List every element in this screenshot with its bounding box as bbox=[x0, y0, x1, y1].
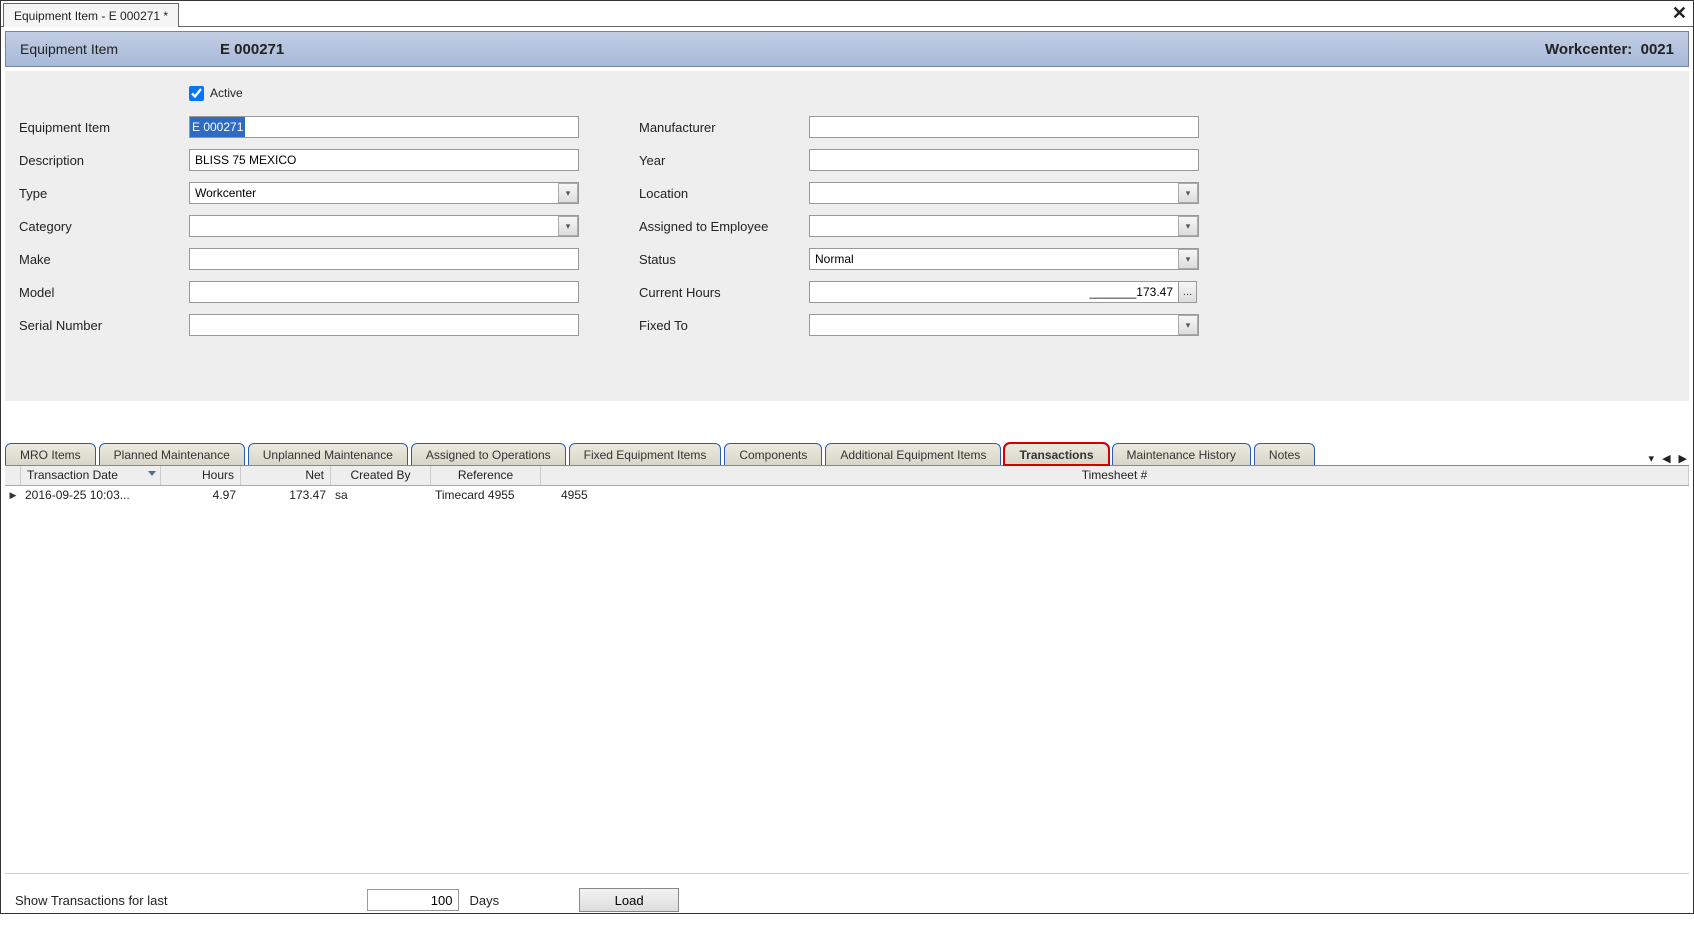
chevron-down-icon[interactable]: ▾ bbox=[1178, 315, 1198, 335]
cell-timesheet: 4955 bbox=[541, 488, 593, 502]
type-select[interactable] bbox=[189, 182, 579, 204]
tab-unplanned-maintenance[interactable]: Unplanned Maintenance bbox=[248, 443, 408, 465]
tab-menu-icon[interactable]: ▾ bbox=[1647, 452, 1657, 465]
make-label: Make bbox=[19, 252, 189, 267]
location-label: Location bbox=[639, 186, 809, 201]
header-workcenter: Workcenter: 0021 bbox=[1545, 41, 1674, 58]
header-equipment-id: E 000271 bbox=[220, 41, 284, 58]
close-icon[interactable]: ✕ bbox=[1672, 3, 1687, 24]
tab-mro-items[interactable]: MRO Items bbox=[5, 443, 96, 465]
description-input[interactable] bbox=[189, 149, 579, 171]
serial-input[interactable] bbox=[189, 314, 579, 336]
active-label: Active bbox=[210, 86, 243, 100]
description-label: Description bbox=[19, 153, 189, 168]
grid-header: Transaction Date Hours Net Created By Re… bbox=[5, 466, 1689, 486]
year-input[interactable] bbox=[809, 149, 1199, 171]
chevron-down-icon[interactable]: ▾ bbox=[1178, 249, 1198, 269]
show-last-label: Show Transactions for last bbox=[15, 893, 167, 908]
fixed-to-label: Fixed To bbox=[639, 318, 809, 333]
form-right-column: Manufacturer Year Location ▾ Assigned to… bbox=[639, 115, 1199, 337]
col-timesheet[interactable]: Timesheet # bbox=[541, 466, 1689, 485]
form-left-column: Equipment Item E 000271 Description Type… bbox=[19, 115, 579, 337]
load-button[interactable]: Load bbox=[579, 888, 679, 912]
days-input[interactable] bbox=[367, 889, 459, 911]
model-input[interactable] bbox=[189, 281, 579, 303]
col-hours[interactable]: Hours bbox=[161, 466, 241, 485]
cell-reference: Timecard 4955 bbox=[431, 488, 541, 502]
tab-assigned-operations[interactable]: Assigned to Operations bbox=[411, 443, 566, 465]
header-title: Equipment Item bbox=[20, 41, 220, 57]
manufacturer-label: Manufacturer bbox=[639, 120, 809, 135]
window-tab-bar: Equipment Item - E 000271 * ✕ bbox=[1, 1, 1693, 27]
equipment-item-label: Equipment Item bbox=[19, 120, 189, 135]
row-selector-header bbox=[5, 466, 21, 485]
tab-prev-icon[interactable]: ◀ bbox=[1660, 452, 1672, 465]
days-label: Days bbox=[469, 893, 499, 908]
form-area: Active Equipment Item E 000271 Descripti… bbox=[5, 71, 1689, 401]
cell-hours: 4.97 bbox=[161, 488, 241, 502]
status-select[interactable] bbox=[809, 248, 1199, 270]
cell-created-by: sa bbox=[331, 488, 431, 502]
ellipsis-icon[interactable]: … bbox=[1179, 281, 1197, 303]
tab-fixed-equipment[interactable]: Fixed Equipment Items bbox=[569, 443, 722, 465]
grid-body[interactable]: ▶ 2016-09-25 10:03... 4.97 173.47 sa Tim… bbox=[5, 486, 1689, 874]
fixed-to-select[interactable] bbox=[809, 314, 1199, 336]
col-created-by[interactable]: Created By bbox=[331, 466, 431, 485]
col-net[interactable]: Net bbox=[241, 466, 331, 485]
chevron-down-icon[interactable]: ▾ bbox=[558, 216, 578, 236]
tab-maintenance-history[interactable]: Maintenance History bbox=[1112, 443, 1251, 465]
cell-net: 173.47 bbox=[241, 488, 331, 502]
col-reference[interactable]: Reference bbox=[431, 466, 541, 485]
window-tab[interactable]: Equipment Item - E 000271 * bbox=[3, 3, 179, 27]
bottom-bar: Show Transactions for last Days Load bbox=[1, 874, 1693, 926]
table-row[interactable]: ▶ 2016-09-25 10:03... 4.97 173.47 sa Tim… bbox=[5, 486, 1689, 504]
tab-notes[interactable]: Notes bbox=[1254, 443, 1315, 465]
tab-components[interactable]: Components bbox=[724, 443, 822, 465]
current-hours-input[interactable] bbox=[809, 281, 1179, 303]
tab-additional-equipment[interactable]: Additional Equipment Items bbox=[825, 443, 1001, 465]
model-label: Model bbox=[19, 285, 189, 300]
manufacturer-input[interactable] bbox=[809, 116, 1199, 138]
cell-date: 2016-09-25 10:03... bbox=[21, 488, 161, 502]
col-transaction-date[interactable]: Transaction Date bbox=[21, 466, 161, 485]
active-checkbox[interactable] bbox=[189, 86, 204, 101]
tab-planned-maintenance[interactable]: Planned Maintenance bbox=[99, 443, 245, 465]
sort-desc-icon bbox=[148, 471, 156, 476]
status-label: Status bbox=[639, 252, 809, 267]
assigned-label: Assigned to Employee bbox=[639, 219, 809, 234]
location-select[interactable] bbox=[809, 182, 1199, 204]
tab-bar: MRO Items Planned Maintenance Unplanned … bbox=[5, 441, 1689, 465]
header-bar: Equipment Item E 000271 Workcenter: 0021 bbox=[5, 31, 1689, 67]
equipment-item-value: E 000271 bbox=[190, 117, 245, 137]
assigned-select[interactable] bbox=[809, 215, 1199, 237]
serial-label: Serial Number bbox=[19, 318, 189, 333]
chevron-down-icon[interactable]: ▾ bbox=[1178, 183, 1198, 203]
type-label: Type bbox=[19, 186, 189, 201]
make-input[interactable] bbox=[189, 248, 579, 270]
category-select[interactable] bbox=[189, 215, 579, 237]
category-label: Category bbox=[19, 219, 189, 234]
tab-transactions[interactable]: Transactions bbox=[1004, 443, 1108, 465]
transactions-grid: Transaction Date Hours Net Created By Re… bbox=[5, 465, 1689, 874]
row-marker-icon: ▶ bbox=[5, 490, 21, 501]
year-label: Year bbox=[639, 153, 809, 168]
chevron-down-icon[interactable]: ▾ bbox=[558, 183, 578, 203]
chevron-down-icon[interactable]: ▾ bbox=[1178, 216, 1198, 236]
window-tab-title: Equipment Item - E 000271 * bbox=[14, 9, 168, 23]
current-hours-label: Current Hours bbox=[639, 285, 809, 300]
equipment-item-input[interactable] bbox=[189, 116, 579, 138]
tab-next-icon[interactable]: ▶ bbox=[1677, 452, 1689, 465]
